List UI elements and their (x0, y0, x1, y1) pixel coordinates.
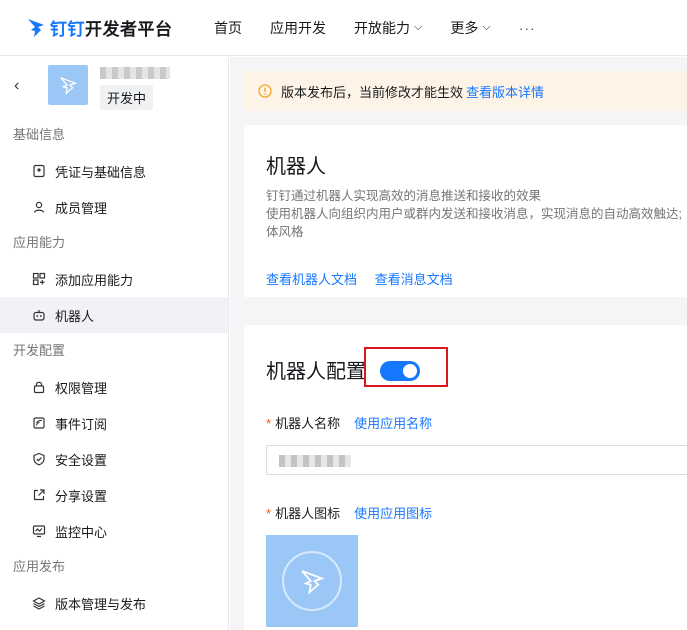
sidebar-item-events[interactable]: 事件订阅 (0, 405, 228, 441)
nav-open-abilities[interactable]: 开放能力 ⌵ (354, 18, 422, 38)
robot-description: 钉钉通过机器人实现高效的消息推送和接收的效果 使用机器人向组织内用户或群内发送和… (266, 189, 682, 239)
message-doc-link[interactable]: 查看消息文档 (375, 272, 453, 287)
sidebar-item-credentials[interactable]: 凭证与基础信息 (0, 153, 228, 189)
required-marker: * (266, 416, 272, 431)
use-app-name-link[interactable]: 使用应用名称 (354, 416, 432, 431)
layers-icon (32, 596, 46, 610)
grid-plus-icon (32, 272, 46, 286)
main-content: 版本发布后，当前修改才能生效 查看版本详情 机器人 钉钉通过机器人实现高效的消息… (230, 57, 687, 630)
robot-icon-label: * 机器人图标 使用应用图标 (266, 506, 433, 521)
sidebar-item-monitor[interactable]: 监控中心 (0, 513, 228, 549)
required-marker: * (266, 506, 272, 521)
robot-title: 机器人 (266, 156, 326, 178)
nav-overflow[interactable]: ··· (519, 20, 536, 36)
release-notice-banner: 版本发布后，当前修改才能生效 查看版本详情 (244, 71, 687, 111)
doc-links: 查看机器人文档 查看消息文档 (266, 269, 467, 288)
nav-app-dev[interactable]: 应用开发 (270, 18, 326, 38)
group-title-ability: 应用能力 (13, 235, 66, 250)
platform-name: 开发者平台 (85, 20, 173, 39)
user-icon (32, 200, 46, 214)
group-title-release: 应用发布 (13, 559, 66, 574)
view-version-details-link[interactable]: 查看版本详情 (466, 82, 544, 101)
lock-icon (32, 380, 46, 394)
back-arrow-icon[interactable]: ‹ (14, 77, 19, 95)
sidebar-item-members[interactable]: 成员管理 (0, 189, 228, 225)
share-icon (32, 488, 46, 502)
monitor-icon (32, 524, 46, 538)
robot-intro-card: 机器人 钉钉通过机器人实现高效的消息推送和接收的效果 使用机器人向组织内用户或群… (244, 125, 687, 297)
nav-more[interactable]: 更多 ⌵ (450, 18, 490, 38)
sidebar-item-add-ability[interactable]: 添加应用能力 (0, 261, 228, 297)
chevron-down-icon: ⌵ (414, 21, 423, 33)
robot-icon (32, 308, 46, 322)
subscribe-icon (32, 416, 46, 430)
chevron-down-icon: ⌵ (482, 21, 491, 33)
robot-config-card: 机器人配置 * 机器人名称 使用应用名称 * 机器人图标 使用应用图标 (244, 325, 687, 630)
app-header: ‹ 开发中 (0, 57, 228, 117)
highlight-box (364, 347, 448, 387)
brand-name: 钉钉 (50, 20, 85, 39)
sidebar-item-share[interactable]: 分享设置 (0, 477, 228, 513)
sidebar-item-permissions[interactable]: 权限管理 (0, 369, 228, 405)
sidebar-item-versions[interactable]: 版本管理与发布 (0, 585, 228, 621)
dingtalk-wing-icon (301, 570, 325, 595)
warning-icon (258, 84, 272, 98)
group-title-basic: 基础信息 (13, 127, 66, 142)
group-title-dev: 开发配置 (13, 343, 66, 358)
robot-name-input[interactable] (266, 445, 687, 475)
top-navigation-bar: 钉钉开发者平台 首页 应用开发 开放能力 ⌵ 更多 ⌵ ··· (0, 0, 687, 56)
app-status-badge: 开发中 (100, 85, 154, 110)
robot-icon-upload[interactable] (266, 535, 358, 627)
notice-text: 版本发布后，当前修改才能生效 (281, 84, 464, 100)
robot-name-label: * 机器人名称 使用应用名称 (266, 416, 433, 431)
app-icon (48, 65, 88, 105)
app-name-redacted (100, 67, 170, 79)
sidebar-item-robot[interactable]: 机器人 (0, 297, 228, 333)
shield-icon (32, 452, 46, 466)
sidebar: ‹ 开发中 基础信息 凭证与基础信息 成员管理 应用能力 添加应用能力 机器人 … (0, 57, 229, 630)
sidebar-item-security[interactable]: 安全设置 (0, 441, 228, 477)
robot-config-title: 机器人配置 (266, 361, 366, 383)
robot-name-redacted (279, 455, 351, 467)
nav-home[interactable]: 首页 (214, 18, 242, 38)
use-app-icon-link[interactable]: 使用应用图标 (354, 506, 432, 521)
dingtalk-logo[interactable]: 钉钉开发者平台 (26, 15, 214, 40)
credential-icon (32, 164, 46, 178)
robot-doc-link[interactable]: 查看机器人文档 (266, 272, 357, 287)
main-nav: 首页 应用开发 开放能力 ⌵ 更多 ⌵ ··· (214, 18, 564, 38)
dingtalk-wing-icon (60, 77, 78, 95)
dingtalk-wing-icon (28, 18, 44, 37)
